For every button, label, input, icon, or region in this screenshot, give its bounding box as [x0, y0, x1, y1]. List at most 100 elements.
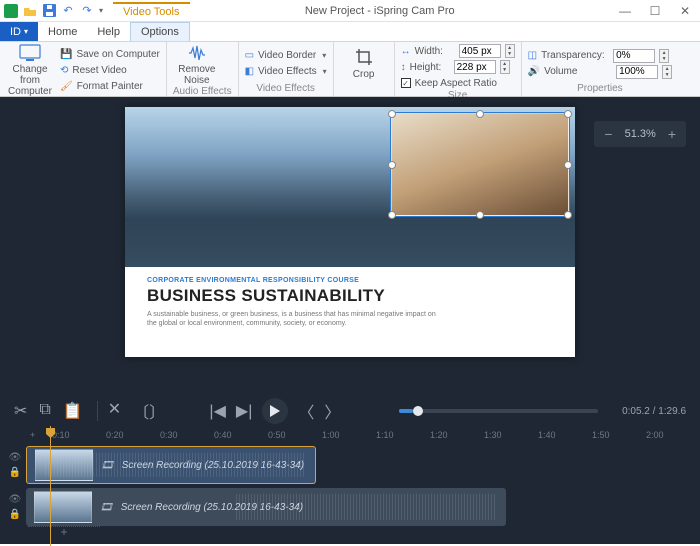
tab-options[interactable]: Options: [130, 22, 190, 41]
slide-title: BUSINESS SUSTAINABILITY: [147, 286, 553, 306]
track-2: 👁 🔒 🎞 Screen Recording (25.10.2019 16-43…: [0, 486, 700, 528]
volume-icon: 🔊: [528, 66, 540, 77]
ribbon-body: Change from Computer 💾Save on Computer ⟲…: [0, 42, 700, 97]
width-input[interactable]: [459, 44, 501, 58]
tab-home[interactable]: Home: [38, 22, 87, 41]
close-button[interactable]: ✕: [670, 1, 700, 21]
paste-icon[interactable]: 📋: [63, 401, 83, 421]
handle-se[interactable]: [564, 211, 572, 219]
save-on-computer-button[interactable]: 💾Save on Computer: [60, 48, 160, 62]
copy-icon[interactable]: ⧉: [39, 401, 50, 421]
playhead[interactable]: [50, 426, 51, 546]
tab-help[interactable]: Help: [87, 22, 130, 41]
play-button[interactable]: [262, 398, 288, 424]
timeline-ruler[interactable]: + 0:10 0:20 0:30 0:40 0:50 1:00 1:10 1:2…: [0, 426, 700, 444]
track-2-controls: 👁 🔒: [4, 494, 26, 520]
remove-noise-button[interactable]: Remove Noise: [173, 44, 221, 86]
zoom-out-button[interactable]: −: [604, 126, 612, 142]
ribbon-group-size: ↔ Width: ▲▼ ↕ Height: ▲▼ ✓ Keep Aspect R…: [395, 42, 522, 96]
app-icon: [4, 4, 18, 18]
video-border-button[interactable]: ▭Video Border: [245, 49, 327, 63]
transparency-spinner[interactable]: ▲▼: [659, 49, 669, 63]
quick-access-toolbar: ↶ ↷ ▾: [0, 4, 107, 18]
height-spinner[interactable]: ▲▼: [500, 60, 510, 74]
slide-hero-image: [125, 107, 575, 267]
cut-icon[interactable]: ✂: [14, 401, 27, 421]
delete-icon[interactable]: ✕: [108, 399, 121, 423]
edit-tool-group: ✂ ⧉ 📋: [14, 401, 98, 421]
effects-icon: ◧: [245, 66, 254, 77]
volume-input[interactable]: [616, 65, 658, 79]
ribbon-group-props-label: Properties: [528, 83, 672, 96]
slide-pretitle: CORPORATE ENVIRONMENTAL RESPONSIBILITY C…: [147, 277, 553, 284]
ribbon-group-crop: Crop: [334, 42, 395, 96]
height-icon: ↕: [401, 62, 406, 73]
zoom-value: 51.3%: [625, 128, 656, 140]
volume-spinner[interactable]: ▲▼: [662, 65, 672, 79]
back-icon[interactable]: 〈: [298, 399, 314, 423]
transparency-icon: ◫: [528, 50, 537, 61]
window-controls: — ☐ ✕: [610, 1, 700, 21]
ribbon-group-video: Change from Computer 💾Save on Computer ⟲…: [0, 42, 167, 96]
handle-w[interactable]: [388, 161, 396, 169]
slide-text-block: CORPORATE ENVIRONMENTAL RESPONSIBILITY C…: [125, 267, 575, 338]
undo-icon[interactable]: ↶: [61, 4, 75, 18]
qat-dropdown-icon[interactable]: ▾: [99, 6, 103, 15]
clip-2-thumb: [34, 491, 92, 523]
clip-1-wave: [45, 453, 305, 477]
next-frame-icon[interactable]: ▶|: [236, 401, 252, 421]
prev-frame-icon[interactable]: |◀: [209, 401, 225, 421]
time-display: 0:05.2 / 1:29.6: [622, 406, 686, 417]
track-lock-icon[interactable]: 🔒: [9, 509, 21, 520]
track-1-controls: 👁 🔒: [4, 452, 26, 478]
border-icon: ▭: [245, 50, 254, 61]
save-icon[interactable]: [42, 4, 56, 18]
clip-2[interactable]: 🎞 Screen Recording (25.10.2019 16-43-34): [26, 488, 506, 526]
reset-video-button[interactable]: ⟲Reset Video: [60, 64, 160, 78]
track-1: 👁 🔒 🎞 Screen Recording (25.10.2019 16-43…: [0, 444, 700, 486]
width-spinner[interactable]: ▲▼: [505, 44, 515, 58]
handle-ne[interactable]: [564, 110, 572, 118]
handle-s[interactable]: [476, 211, 484, 219]
slide-desc: A sustainable business, or green busines…: [147, 310, 447, 328]
trim-tool-group: ✕ 〔〕: [108, 399, 165, 423]
maximize-button[interactable]: ☐: [640, 1, 670, 21]
playback-controls: |◀ ▶| 〈 〉: [175, 398, 374, 424]
open-icon[interactable]: [23, 4, 37, 18]
zoom-in-button[interactable]: +: [668, 126, 676, 142]
height-row: ↕ Height: ▲▼: [401, 60, 515, 74]
change-from-computer-button[interactable]: Change from Computer: [6, 44, 54, 97]
width-row: ↔ Width: ▲▼: [401, 44, 515, 58]
clip-1[interactable]: 🎞 Screen Recording (25.10.2019 16-43-34): [26, 446, 316, 484]
brush-icon: 🖌: [60, 81, 73, 92]
format-painter-button[interactable]: 🖌Format Painter: [60, 80, 160, 94]
track-visibility-icon[interactable]: 👁: [9, 452, 22, 463]
handle-nw[interactable]: [388, 110, 396, 118]
forward-icon[interactable]: 〉: [324, 399, 340, 423]
split-icon[interactable]: 〔〕: [133, 399, 165, 423]
track-lock-icon[interactable]: 🔒: [9, 467, 21, 478]
redo-icon[interactable]: ↷: [80, 4, 94, 18]
handle-n[interactable]: [476, 110, 484, 118]
transparency-row: ◫ Transparency: ▲▼: [528, 49, 672, 63]
webcam-overlay[interactable]: [391, 113, 569, 216]
keep-aspect-row[interactable]: ✓ Keep Aspect Ratio: [401, 76, 515, 90]
track-visibility-icon[interactable]: 👁: [9, 494, 22, 505]
preview-area: CORPORATE ENVIRONMENTAL RESPONSIBILITY C…: [0, 97, 700, 396]
ribbon-tabs: ID Home Help Options: [0, 22, 700, 42]
handle-e[interactable]: [564, 161, 572, 169]
seek-slider[interactable]: [399, 409, 598, 413]
ribbon-group-veffects-label: Video Effects: [245, 83, 327, 96]
crop-button[interactable]: Crop: [340, 47, 388, 80]
keep-aspect-checkbox[interactable]: ✓: [401, 78, 411, 88]
handle-sw[interactable]: [388, 211, 396, 219]
context-tab-label: Video Tools: [113, 2, 189, 20]
video-effects-button[interactable]: ◧Video Effects: [245, 65, 327, 79]
volume-row: 🔊 Volume ▲▼: [528, 65, 672, 79]
minimize-button[interactable]: —: [610, 1, 640, 21]
add-track-button[interactable]: +: [0, 528, 700, 544]
file-tab[interactable]: ID: [0, 22, 38, 41]
height-input[interactable]: [454, 60, 496, 74]
seek-head[interactable]: [413, 406, 423, 416]
transparency-input[interactable]: [613, 49, 655, 63]
